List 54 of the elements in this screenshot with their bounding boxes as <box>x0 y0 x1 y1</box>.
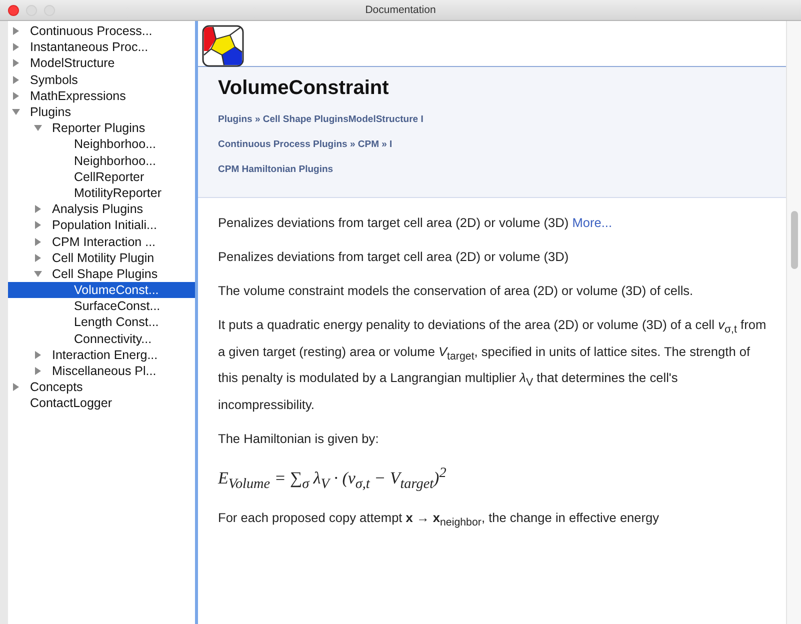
tree-item[interactable]: Neighborhoo... <box>8 136 195 152</box>
disclosure-icon[interactable] <box>34 270 42 278</box>
tree-item[interactable]: CPM Interaction ... <box>8 233 195 250</box>
page-title: VolumeConstraint <box>218 77 389 100</box>
disclosure-icon[interactable] <box>12 92 20 100</box>
disclosure-icon[interactable] <box>12 43 20 52</box>
tree-item[interactable]: MathExpressions <box>8 88 195 104</box>
tree-item[interactable]: Connectivity... <box>8 330 195 347</box>
tree-item[interactable]: Instantaneous Proc... <box>8 39 195 56</box>
disclosure-icon[interactable] <box>12 108 20 116</box>
tree-item[interactable]: Population Initiali... <box>8 217 195 234</box>
disclosure-icon[interactable] <box>34 124 42 132</box>
tree-item[interactable]: Miscellaneous Pl... <box>8 362 195 380</box>
disclosure-icon[interactable] <box>34 238 42 246</box>
paragraph: Penalizes deviations from target cell area (2D) or volume (3D) <box>218 248 570 266</box>
tree-item[interactable]: CellReporter <box>8 168 195 185</box>
disclosure-icon[interactable] <box>34 254 42 262</box>
breadcrumb-link[interactable]: Plugins » Cell Shape PluginsModelStructure I <box>218 114 424 125</box>
summary-text: Penalizes deviations from target cell area (2D) or volume (3D) <box>218 215 569 230</box>
tree-item[interactable]: Analysis Plugins <box>8 201 195 218</box>
disclosure-icon[interactable] <box>34 367 42 376</box>
disclosure-icon[interactable] <box>12 383 20 392</box>
window-title: Documentation <box>365 4 436 16</box>
more-link[interactable]: More... <box>572 215 612 230</box>
tree-item[interactable]: Concepts <box>8 379 195 396</box>
disclosure-icon[interactable] <box>12 27 20 36</box>
disclosure-icon[interactable] <box>34 350 42 359</box>
disclosure-icon[interactable] <box>12 76 20 84</box>
tree-item[interactable]: Interaction Energ... <box>8 346 195 363</box>
paragraph: The volume constraint models the conservation of area (2D) or volume (3D) of cells. <box>218 282 694 300</box>
tree-item[interactable]: ContactLogger <box>8 395 195 412</box>
disclosure-icon[interactable] <box>34 221 42 230</box>
tree-item[interactable]: VolumeConst... <box>8 282 195 298</box>
tree-item[interactable]: ModelStructure <box>8 55 195 72</box>
breadcrumb-link[interactable]: Continuous Process Plugins » CPM » I <box>218 139 392 150</box>
close-button[interactable] <box>8 4 19 16</box>
tree-item[interactable]: Continuous Process... <box>8 23 195 40</box>
breadcrumb-link[interactable]: CPM Hamiltonian Plugins <box>218 164 334 175</box>
tree-item[interactable]: Plugins <box>8 104 195 120</box>
formula: E$_{Volume}$ = ∑$_{σ}$ λ$_{V}$ · (v$_{σ,t}$ − V$_{target}$)$^{2}$ <box>218 464 448 494</box>
paragraph: It puts a quadratic energy penality to deviations of the area (2D) or volume (3D) of a cell v$_{σ,t}$ from a given target (resting) area or volume V$_{target}$, specified in units of lattice sites. The strength of this penalty is modulated by a Langrangian multiplier λ$_{V}$ that determines the cell's incompressibility. <box>218 316 767 414</box>
scrollbar-thumb[interactable] <box>791 211 798 269</box>
tree-item[interactable]: Symbols <box>8 72 195 88</box>
tree-item[interactable]: Reporter Plugins <box>8 120 195 136</box>
disclosure-icon[interactable] <box>34 205 42 214</box>
paragraph: The Hamiltonian is given by: <box>218 430 380 448</box>
paragraph: For each proposed copy attempt x → x$_{neighbor}$, the change in effective energy <box>218 508 660 530</box>
tree-item[interactable]: SurfaceConst... <box>8 298 195 314</box>
tree-item[interactable]: Cell Motility Plugin <box>8 250 195 266</box>
tree-item[interactable]: MotilityReporter <box>8 184 195 202</box>
tree-item[interactable]: Length Const... <box>8 314 195 331</box>
disclosure-icon[interactable] <box>12 59 20 68</box>
tree-item[interactable]: Cell Shape Plugins <box>8 266 195 282</box>
tree-item[interactable]: Neighborhoo... <box>8 152 195 169</box>
